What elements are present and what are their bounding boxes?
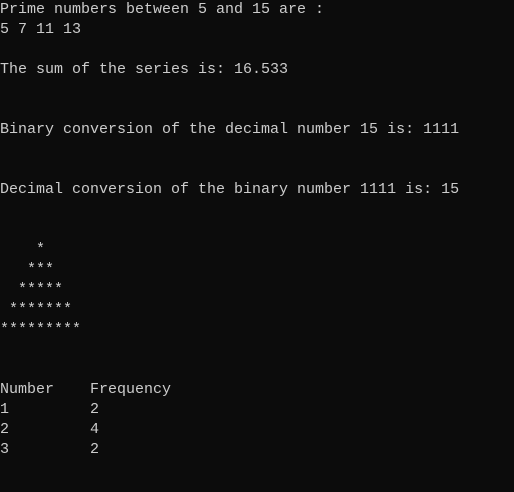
header-frequency: Frequency — [90, 381, 172, 398]
console-window: Prime numbers between 5 and 15 are : 5 7… — [0, 0, 514, 492]
table-row: 3 2 — [0, 440, 514, 460]
table-row: 1 2 — [0, 400, 514, 420]
pyramid-row: *** — [0, 261, 55, 278]
cell-number: 3 — [0, 441, 10, 458]
series-sum: The sum of the series is: 16.533 — [0, 61, 289, 78]
pyramid-row: * — [0, 241, 46, 258]
cell-number: 1 — [0, 401, 10, 418]
pyramid-row: ********* — [0, 321, 82, 338]
pyramid-row: ******* — [0, 301, 73, 318]
primes-list: 5 7 11 13 — [0, 21, 82, 38]
pyramid-row: ***** — [0, 281, 64, 298]
cell-frequency: 2 — [90, 441, 100, 458]
binary-conversion: Binary conversion of the decimal number … — [0, 121, 460, 138]
table-row: 2 4 — [0, 420, 514, 440]
cell-frequency: 4 — [90, 421, 100, 438]
decimal-conversion: Decimal conversion of the binary number … — [0, 181, 460, 198]
header-number: Number — [0, 381, 55, 398]
cell-frequency: 2 — [90, 401, 100, 418]
cell-number: 2 — [0, 421, 10, 438]
primes-heading: Prime numbers between 5 and 15 are : — [0, 1, 325, 18]
table-header: Number Frequency — [0, 380, 514, 400]
